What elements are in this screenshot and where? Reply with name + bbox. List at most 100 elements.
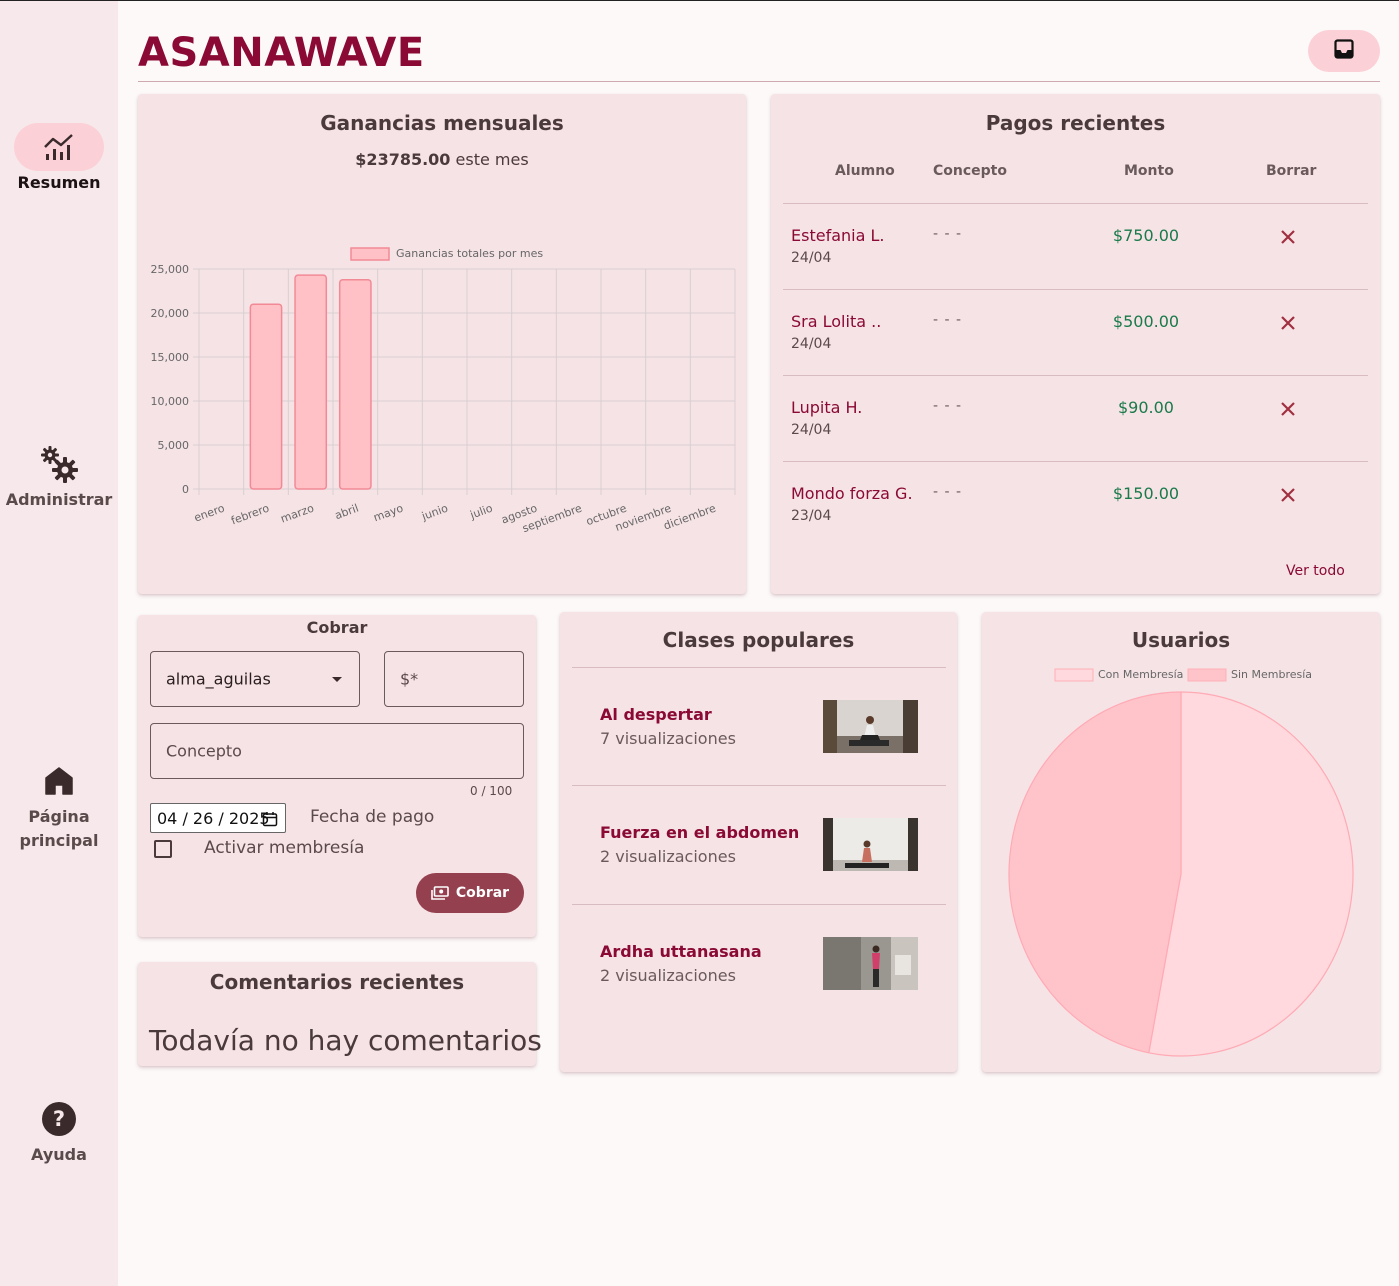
- comments-empty-message: Todavía no hay comentarios: [149, 1024, 542, 1057]
- amount-input[interactable]: $*: [384, 651, 524, 707]
- y-tick-label: 0: [182, 483, 189, 496]
- payment-amount: $150.00: [1112, 484, 1180, 503]
- class-name: Ardha uttanasana: [600, 942, 762, 961]
- comments-title: Comentarios recientes: [209, 970, 465, 994]
- caret-down-icon: [332, 677, 342, 682]
- users-card: Usuarios Con Membresía Sin Membresía: [982, 612, 1380, 1072]
- payment-student-name: Lupita H.: [791, 398, 863, 417]
- table-divider: [783, 203, 1368, 204]
- sidebar-item-label: Administrar: [5, 490, 113, 509]
- charge-submit-label: Cobrar: [455, 885, 510, 901]
- charge-title: Cobrar: [306, 618, 368, 637]
- sidebar-item-administrar[interactable]: Administrar: [0, 440, 118, 512]
- bar-marzo: [294, 274, 328, 490]
- inbox-icon: [1334, 39, 1354, 63]
- class-thumbnail[interactable]: [823, 700, 918, 753]
- legend-label-sin: Sin Membresía: [1231, 668, 1312, 681]
- sidebar-item-label-line2: principal: [19, 831, 99, 850]
- pie-slice-sin-membresia: [1008, 691, 1182, 1054]
- sidebar-item-ayuda[interactable]: ? Ayuda: [0, 1095, 118, 1167]
- amount-placeholder: $*: [400, 669, 419, 689]
- class-name: Fuerza en el abdomen: [600, 823, 800, 842]
- close-icon: [1281, 488, 1295, 502]
- delete-payment-button[interactable]: [1276, 225, 1300, 249]
- bar-febrero: [249, 303, 283, 490]
- close-icon: [1281, 316, 1295, 330]
- legend-swatch-sin: [1187, 668, 1227, 682]
- x-tick-label: enero: [192, 502, 226, 525]
- payment-date: 24/04: [791, 250, 832, 266]
- list-divider: [572, 785, 946, 786]
- list-divider: [572, 667, 946, 668]
- payment-date: 24/04: [791, 422, 832, 438]
- table-divider: [783, 289, 1368, 290]
- list-divider: [572, 904, 946, 905]
- payment-student-name: Sra Lolita ..: [791, 312, 882, 331]
- help-icon: ?: [14, 1095, 104, 1143]
- revenue-summary: $23785.00 este mes: [138, 150, 746, 169]
- svg-text:?: ?: [53, 1107, 65, 1131]
- users-title: Usuarios: [1131, 628, 1231, 652]
- charge-submit-button[interactable]: Cobrar: [416, 873, 524, 913]
- delete-payment-button[interactable]: [1276, 311, 1300, 335]
- payment-date-input[interactable]: 04 / 26 / 2025: [150, 803, 286, 833]
- window-top-border: [0, 0, 1399, 1]
- concept-char-counter: 0 / 100: [470, 784, 513, 798]
- sidebar-item-label-line1: Página: [28, 807, 90, 826]
- col-header-delete: Borrar: [1266, 163, 1317, 179]
- popular-classes-title: Clases populares: [662, 628, 855, 652]
- money-icon: [431, 886, 449, 900]
- class-thumbnail[interactable]: [823, 937, 918, 990]
- y-tick-label: 10,000: [151, 395, 190, 408]
- y-tick-label: 5,000: [158, 439, 190, 452]
- payment-amount: $90.00: [1118, 398, 1174, 417]
- x-tick-label: marzo: [279, 502, 316, 526]
- header-divider: [138, 81, 1380, 82]
- x-tick-label: diciembre: [662, 502, 718, 533]
- payment-concept: - - -: [933, 226, 963, 242]
- payment-concept: - - -: [933, 312, 963, 328]
- payment-concept: - - -: [933, 398, 963, 414]
- delete-payment-button[interactable]: [1276, 483, 1300, 507]
- x-tick-label: abril: [333, 502, 360, 523]
- payment-student-name: Mondo forza G.: [791, 484, 913, 503]
- bar-abril: [338, 278, 372, 490]
- payment-date: 24/04: [791, 336, 832, 352]
- legend-label-con: Con Membresía: [1098, 668, 1183, 681]
- payment-amount: $750.00: [1112, 226, 1180, 245]
- col-header-student: Alumno: [835, 163, 895, 179]
- sidebar-item-pagina-principal[interactable]: Página principal: [0, 757, 118, 853]
- sidebar-item-label: Ayuda: [31, 1145, 87, 1164]
- see-all-payments-link[interactable]: Ver todo: [1278, 561, 1353, 581]
- student-select-value: alma_aguilas: [166, 669, 271, 689]
- class-thumbnail[interactable]: [823, 818, 918, 871]
- payments-title: Pagos recientes: [985, 111, 1166, 135]
- revenue-bar-chart: Ganancias totales por mes 0 5,000 10,000 15…: [151, 247, 736, 535]
- inbox-button[interactable]: [1308, 30, 1380, 72]
- sidebar-item-resumen[interactable]: Resumen: [0, 123, 118, 195]
- x-tick-label: mayo: [372, 502, 406, 525]
- payment-date-value: 04 / 26 / 2025: [157, 809, 270, 828]
- chart-line-icon: [14, 123, 104, 171]
- class-views: 7 visualizaciones: [600, 729, 736, 748]
- class-views: 2 visualizaciones: [600, 847, 736, 866]
- users-pie-chart: Con Membresía Sin Membresía: [1008, 668, 1354, 1057]
- payment-date-label: Fecha de pago: [310, 807, 435, 827]
- class-name: Al despertar: [600, 705, 712, 724]
- sidebar-item-label: Resumen: [17, 173, 101, 192]
- x-tick-label: junio: [419, 502, 450, 524]
- app-brand: ASANAWAVE: [138, 30, 425, 76]
- legend-swatch-con: [1054, 668, 1094, 682]
- membership-checkbox[interactable]: [154, 840, 172, 858]
- calendar-icon[interactable]: [262, 811, 278, 827]
- concept-input[interactable]: Concepto: [150, 723, 524, 779]
- payment-student-name: Estefania L.: [791, 226, 885, 245]
- revenue-title: Ganancias mensuales: [320, 111, 564, 135]
- student-select[interactable]: alma_aguilas: [150, 651, 360, 707]
- delete-payment-button[interactable]: [1276, 397, 1300, 421]
- y-tick-label: 15,000: [151, 351, 190, 364]
- payment-amount: $500.00: [1112, 312, 1180, 331]
- close-icon: [1281, 230, 1295, 244]
- revenue-amount: $23785.00: [355, 150, 451, 169]
- table-divider: [783, 375, 1368, 376]
